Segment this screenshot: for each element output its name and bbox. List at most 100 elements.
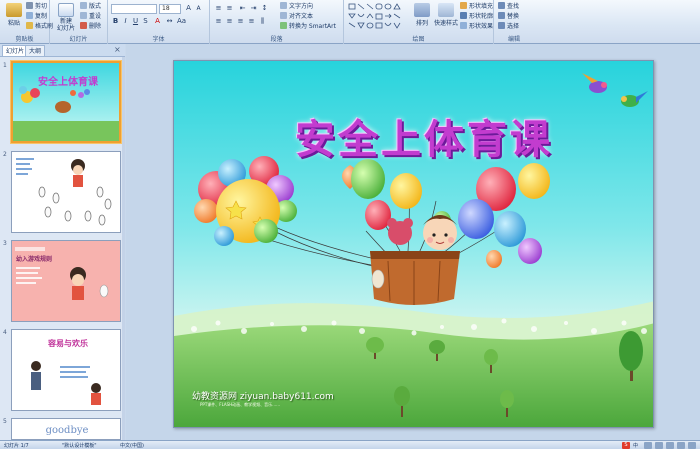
align-left-button[interactable]: ≡ (214, 17, 223, 26)
current-slide[interactable]: 安全上体育课 幼教资源网 ziyuan.baby611.com PPT课件、FL… (173, 60, 654, 428)
align-text-button[interactable]: 对齐文本 (280, 12, 313, 21)
line-spacing-button[interactable]: ↕ (260, 4, 269, 13)
slide-editing-area: 安全上体育课 幼教资源网 ziyuan.baby611.com PPT课件、FL… (126, 44, 700, 440)
ime-mode-status[interactable]: 中 (633, 442, 638, 449)
italic-button[interactable]: I (121, 17, 130, 26)
thumb-number: 3 (3, 240, 7, 247)
pen-icon (460, 12, 467, 19)
slide-thumbnail-2[interactable] (11, 151, 121, 233)
fill-bucket-icon (460, 2, 467, 9)
cut-button[interactable]: 剪切 (26, 2, 47, 11)
effects-icon (460, 22, 467, 29)
quick-styles-button[interactable]: 快速样式 (434, 3, 458, 29)
thumb-number: 1 (3, 62, 7, 69)
slide-thumbnail-4[interactable]: 容易与欢乐 (11, 329, 121, 411)
powerpoint-window: 粘贴 剪切 复制 格式刷 剪贴板 新建 幻灯片 版式 重设 删除 幻灯片 18 … (0, 0, 700, 449)
align-center-button[interactable]: ≡ (225, 17, 234, 26)
underline-button[interactable]: U (131, 17, 140, 26)
binoculars-icon (498, 2, 505, 9)
select-button[interactable]: 选择 (498, 22, 519, 31)
slide-credit-subtitle: PPT课件、FLASH动画、教学视频、音乐…… (200, 402, 281, 407)
slide-thumbnail-1[interactable]: 安全上体育课 (11, 61, 121, 143)
format-painter-button[interactable]: 格式刷 (26, 22, 53, 31)
slides-group-label: 幻灯片 (69, 36, 88, 43)
thumbnail-5-art: goodbye (12, 419, 120, 439)
paragraph-group-label: 段落 (270, 36, 283, 43)
status-bar: 幻灯片 1/7 "默认设计模板" 中文(中国) S 中 (0, 440, 700, 449)
drawing-group: 排列 快速样式 形状填充 形状轮廓 形状效果 绘图 (344, 0, 494, 44)
strikethrough-button[interactable]: S (141, 17, 150, 26)
new-slide-icon (58, 3, 74, 17)
text-direction-button[interactable]: 文字方向 (280, 2, 313, 11)
align-right-button[interactable]: ≡ (236, 17, 245, 26)
thumbnail-4-title: 容易与欢乐 (47, 338, 88, 348)
replace-icon (498, 12, 505, 19)
bold-button[interactable]: B (111, 17, 120, 26)
paste-button[interactable]: 粘贴 (3, 3, 25, 29)
keyboard-icon[interactable] (655, 442, 663, 449)
numbering-button[interactable]: ≡ (225, 4, 234, 13)
paragraph-group: ≡ ≡ ⇤ ⇥ ↕ ≡ ≡ ≡ ≡ ⫼ 文字方向 对齐文本 转换为 SmartA… (210, 0, 344, 44)
input-method-icon[interactable]: S (622, 442, 630, 449)
thumb-number: 4 (3, 329, 7, 336)
change-case-button[interactable]: Aa (177, 17, 186, 26)
align-text-icon (280, 12, 287, 19)
shape-fill-button[interactable]: 形状填充 (460, 2, 493, 11)
arrange-button[interactable]: 排列 (412, 3, 432, 29)
editing-group-label: 编辑 (507, 36, 520, 43)
moon-icon[interactable] (644, 442, 652, 449)
brush-icon (26, 22, 33, 29)
columns-button[interactable]: ⫼ (258, 17, 267, 26)
language-status[interactable]: 中文(中国) (120, 442, 144, 449)
shape-outline-button[interactable]: 形状轮廓 (460, 12, 493, 21)
slide-title[interactable]: 安全上体育课 (234, 107, 614, 165)
delete-icon (80, 22, 87, 29)
cursor-icon (498, 22, 505, 29)
grid-icon[interactable] (688, 442, 696, 449)
replace-button[interactable]: 替换 (498, 12, 519, 21)
slide-number-status: 幻灯片 1/7 (4, 443, 29, 449)
theme-name-status: "默认设计模板" (62, 443, 97, 449)
shapes-gallery[interactable] (347, 2, 409, 32)
layout-icon (80, 2, 87, 9)
copy-button[interactable]: 复制 (26, 12, 47, 21)
slides-group: 新建 幻灯片 版式 重设 删除 幻灯片 (50, 0, 108, 44)
thumbnail-4-art: 容易与欢乐 (12, 330, 120, 410)
bullets-button[interactable]: ≡ (214, 4, 223, 13)
justify-button[interactable]: ≡ (247, 17, 256, 26)
settings-icon[interactable] (677, 442, 685, 449)
user-icon[interactable] (666, 442, 674, 449)
tab-outline[interactable]: 大纲 (25, 45, 46, 56)
shape-effects-button[interactable]: 形状效果 (460, 22, 493, 31)
arrange-icon (414, 3, 430, 17)
font-size-combo[interactable]: 18 (159, 4, 181, 14)
find-button[interactable]: 查找 (498, 2, 519, 11)
thumb-number: 2 (3, 151, 7, 158)
clipboard-group: 粘贴 剪切 复制 格式刷 剪贴板 (0, 0, 53, 44)
font-color-button[interactable]: A (153, 17, 162, 26)
ribbon: 粘贴 剪切 复制 格式刷 剪贴板 新建 幻灯片 版式 重设 删除 幻灯片 18 … (0, 0, 700, 44)
close-panel-icon[interactable]: × (114, 46, 122, 54)
slide-thumbnail-3[interactable]: 幼入游戏规则 (11, 240, 121, 322)
layout-button[interactable]: 版式 (80, 2, 101, 11)
paste-icon (6, 3, 22, 17)
reset-button[interactable]: 重设 (80, 12, 101, 21)
grass-field (174, 323, 653, 427)
panel-scrollbar[interactable] (122, 57, 125, 440)
delete-button[interactable]: 删除 (80, 22, 101, 31)
font-group: 18 A A B I U S A ↔ Aa 字体 (108, 0, 210, 44)
decrease-indent-button[interactable]: ⇤ (238, 4, 247, 13)
shrink-font-button[interactable]: A (194, 4, 203, 13)
thumbnail-1-title: 安全上体育课 (38, 75, 99, 88)
font-name-combo[interactable] (111, 4, 157, 14)
thumbnail-1-art: 安全上体育课 (13, 63, 119, 141)
new-slide-button[interactable]: 新建 幻灯片 (54, 3, 78, 32)
editing-group: 查找 替换 选择 编辑 (494, 0, 534, 44)
slide-thumbnail-5[interactable]: goodbye (11, 418, 121, 440)
slides-panel: 幻灯片 大纲 × 1 安全上体育课 2 3 幼入游戏规则 4 容易与欢乐 5 g… (0, 44, 125, 440)
increase-indent-button[interactable]: ⇥ (249, 4, 258, 13)
char-spacing-button[interactable]: ↔ (165, 17, 174, 26)
smartart-button[interactable]: 转换为 SmartArt (280, 22, 336, 31)
grow-font-button[interactable]: A (184, 4, 193, 13)
child-face (423, 216, 457, 250)
